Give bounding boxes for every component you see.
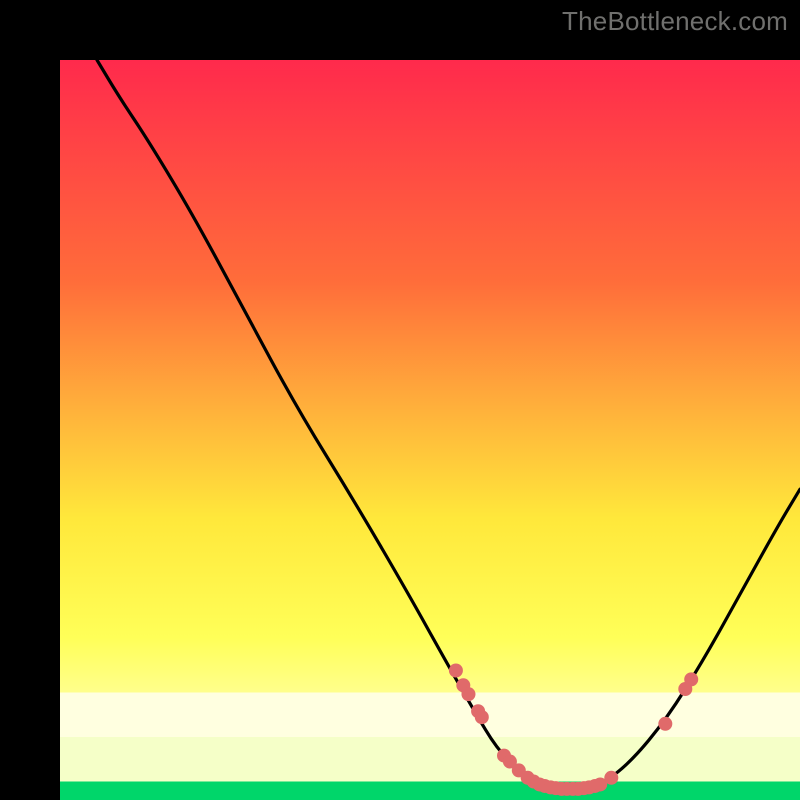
watermark-label: TheBottleneck.com xyxy=(562,6,788,37)
data-point-marker xyxy=(449,664,463,678)
bottleneck-plot xyxy=(60,60,800,800)
data-point-marker xyxy=(658,717,672,731)
data-point-marker xyxy=(684,672,698,686)
data-point-marker xyxy=(604,771,618,785)
data-point-marker xyxy=(461,687,475,701)
plot-frame xyxy=(30,30,770,770)
data-point-marker xyxy=(475,710,489,724)
